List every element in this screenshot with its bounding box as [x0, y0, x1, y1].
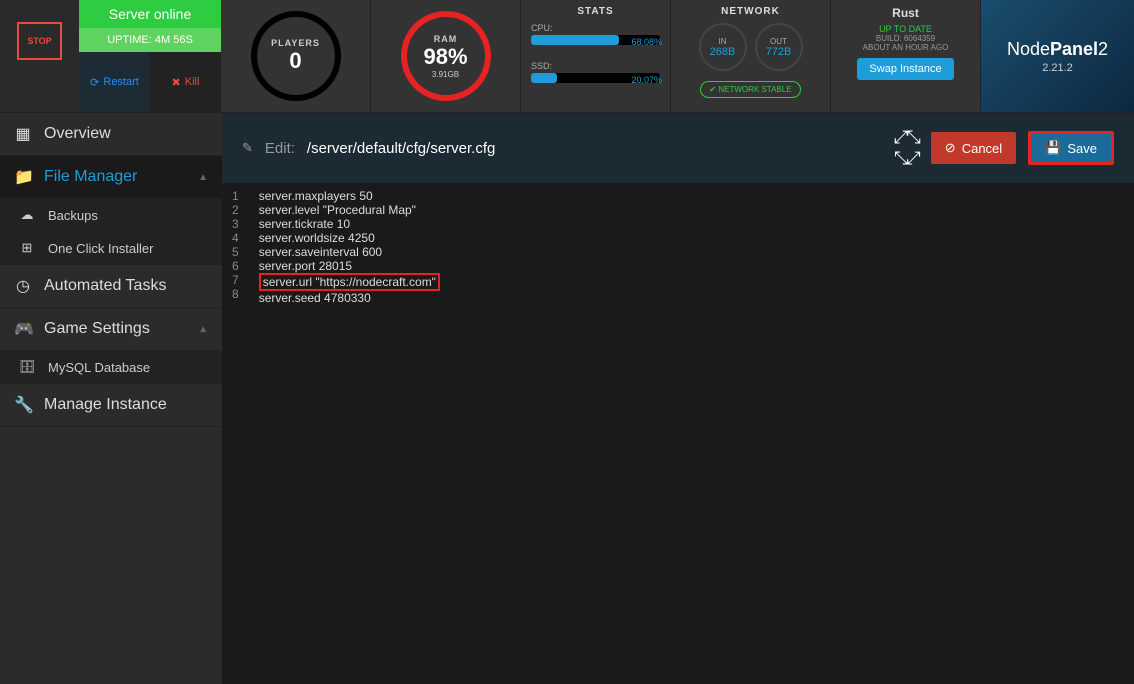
- net-out: OUT 772B: [755, 23, 803, 71]
- network-block: NETWORK IN 268B OUT 772B ✔ NETWORK STABL…: [671, 0, 831, 112]
- folder-icon: 📁: [14, 167, 32, 187]
- apps-icon: ⊞: [18, 240, 36, 256]
- edit-label: Edit:: [265, 140, 295, 157]
- stop-button[interactable]: STOP: [17, 22, 61, 60]
- top-bar: STOP Server online UPTIME: 4M 56S ⟳ Rest…: [0, 0, 1134, 113]
- network-title: NETWORK: [681, 6, 820, 17]
- nav-game-settings-label: Game Settings: [44, 320, 150, 338]
- nav-game-settings[interactable]: 🎮 Game Settings ▲: [0, 308, 222, 351]
- net-in-label: IN: [719, 37, 727, 46]
- brand-version: 2.21.2: [1042, 62, 1073, 74]
- chevron-up-icon: ▲: [198, 324, 208, 335]
- nav-overview[interactable]: ▦ Overview: [0, 113, 222, 156]
- nav-backups[interactable]: ☁ Backups: [0, 199, 222, 232]
- restart-label: Restart: [103, 76, 138, 88]
- kill-icon: ✖: [172, 76, 181, 89]
- net-out-label: OUT: [770, 37, 787, 46]
- ram-gauge: RAM 98% 3.91GB: [371, 0, 521, 112]
- kill-label: Kill: [185, 76, 200, 88]
- nav-backups-label: Backups: [48, 208, 98, 223]
- code-editor[interactable]: 12345678 server.maxplayers 50 server.lev…: [222, 183, 1134, 684]
- nav-one-click-label: One Click Installer: [48, 241, 153, 256]
- database-icon: 🗄: [18, 359, 36, 375]
- network-stable: ✔ NETWORK STABLE: [700, 81, 800, 98]
- gamepad-icon: 🎮: [14, 319, 32, 339]
- ssd-label: SSD:: [531, 61, 552, 71]
- brand-block: NodePanel2 2.21.2: [981, 0, 1134, 112]
- save-label: Save: [1067, 141, 1097, 156]
- ram-value: 98%: [423, 44, 467, 70]
- players-gauge: PLAYERS 0: [221, 0, 371, 112]
- chevron-up-icon: ▲: [198, 172, 208, 183]
- stop-block: STOP: [0, 0, 79, 112]
- ram-sub: 3.91GB: [432, 70, 459, 79]
- nav-mysql-label: MySQL Database: [48, 360, 150, 375]
- line-gutter: 12345678: [222, 183, 249, 684]
- edit-path: /server/default/cfg/server.cfg: [307, 140, 495, 157]
- nav-automated-tasks[interactable]: ◷ Automated Tasks: [0, 265, 222, 308]
- content: ✎ Edit: /server/default/cfg/server.cfg ⤢…: [222, 113, 1134, 684]
- save-icon: 💾: [1045, 140, 1061, 156]
- status-online: Server online: [79, 0, 221, 28]
- restart-button[interactable]: ⟳ Restart: [79, 52, 150, 112]
- nav-overview-label: Overview: [44, 125, 111, 143]
- nav-one-click[interactable]: ⊞ One Click Installer: [0, 232, 222, 265]
- nav-manage-instance[interactable]: 🔧 Manage Instance: [0, 384, 222, 427]
- game-block: Rust UP TO DATE BUILD: 6064359 ABOUT AN …: [831, 0, 981, 112]
- edit-icon: ✎: [242, 140, 253, 156]
- sidebar: ▦ Overview 📁 File Manager ▲ ☁ Backups ⊞ …: [0, 113, 222, 684]
- cpu-label: CPU:: [531, 23, 553, 33]
- nav-file-manager[interactable]: 📁 File Manager ▲: [0, 156, 222, 199]
- tasks-icon: ◷: [14, 276, 32, 296]
- game-ago: ABOUT AN HOUR AGO: [841, 43, 970, 52]
- kill-button[interactable]: ✖ Kill: [150, 52, 221, 112]
- grid-icon: ▦: [14, 124, 32, 144]
- game-build: BUILD: 6064359: [841, 34, 970, 43]
- net-out-val: 772B: [766, 46, 792, 58]
- code-area[interactable]: server.maxplayers 50 server.level "Proce…: [249, 183, 450, 684]
- players-value: 0: [289, 48, 301, 74]
- net-in-val: 268B: [710, 46, 736, 58]
- fullscreen-button[interactable]: ⤢⤡⤡⤢: [894, 127, 919, 169]
- cpu-pct: 68.08%: [631, 37, 662, 47]
- ssd-pct: 20.07%: [631, 75, 662, 85]
- players-label: PLAYERS: [271, 38, 320, 48]
- edit-bar: ✎ Edit: /server/default/cfg/server.cfg ⤢…: [222, 113, 1134, 183]
- nav-manage-label: Manage Instance: [44, 396, 167, 414]
- swap-instance-button[interactable]: Swap Instance: [857, 58, 953, 80]
- stats-title: STATS: [531, 6, 660, 17]
- server-status: Server online UPTIME: 4M 56S ⟳ Restart ✖…: [79, 0, 221, 112]
- nav-file-manager-label: File Manager: [44, 168, 137, 186]
- brand-name: NodePanel2: [1007, 39, 1108, 60]
- save-button[interactable]: 💾 Save: [1028, 131, 1114, 165]
- cancel-button[interactable]: ⊘ Cancel: [931, 132, 1016, 164]
- restart-icon: ⟳: [90, 76, 99, 89]
- nav-automated-label: Automated Tasks: [44, 277, 166, 295]
- game-status: UP TO DATE: [841, 24, 970, 34]
- stats-block: STATS CPU: 68.08% SSD: 20.07%: [521, 0, 671, 112]
- net-in: IN 268B: [699, 23, 747, 71]
- cloud-icon: ☁: [18, 207, 36, 223]
- uptime: UPTIME: 4M 56S: [79, 28, 221, 52]
- ram-label: RAM: [434, 34, 458, 44]
- game-name: Rust: [841, 6, 970, 20]
- cancel-label: Cancel: [962, 141, 1002, 156]
- cancel-icon: ⊘: [945, 140, 956, 156]
- wrench-icon: 🔧: [14, 395, 32, 415]
- nav-mysql[interactable]: 🗄 MySQL Database: [0, 351, 222, 384]
